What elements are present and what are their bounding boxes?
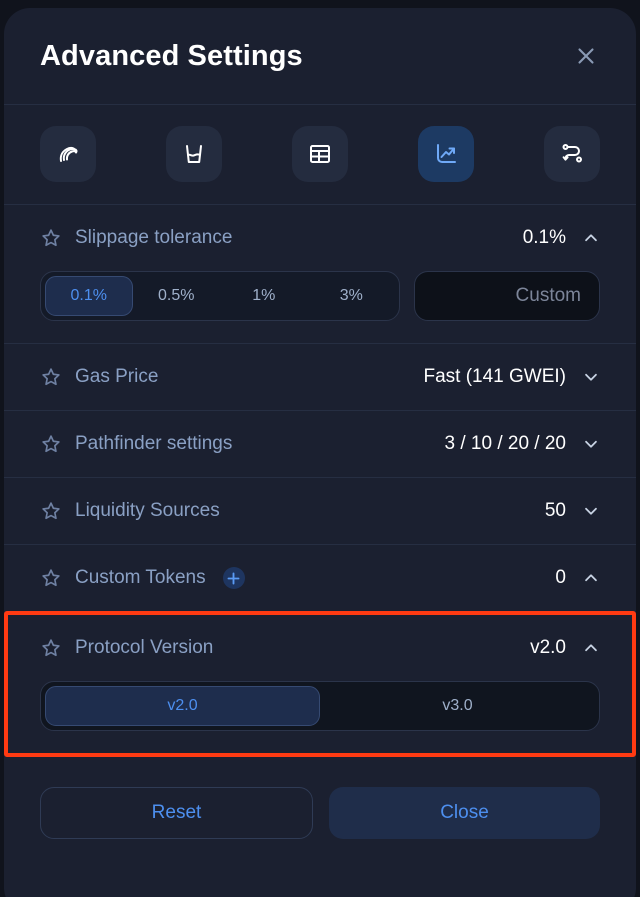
slippage-controls: 0.1% 0.5% 1% 3% Custom — [40, 271, 600, 321]
star-icon[interactable] — [40, 500, 62, 522]
liquidity-sources-value: 50 — [544, 500, 566, 521]
plus-icon — [227, 572, 240, 584]
star-icon[interactable] — [40, 567, 62, 589]
route-path-icon — [562, 144, 582, 163]
tab-bar — [4, 105, 636, 204]
table-grid-icon — [310, 145, 330, 163]
custom-tokens-row-header[interactable]: Custom Tokens 0 — [40, 545, 600, 611]
pathfinder-row-header[interactable]: Pathfinder settings 3 / 10 / 20 / 20 — [40, 411, 600, 477]
chevron-down-icon[interactable] — [582, 502, 600, 520]
star-icon[interactable] — [40, 433, 62, 455]
tab-table[interactable] — [292, 126, 348, 182]
protocol-version-toggle: v2.0 v3.0 — [40, 681, 600, 731]
reset-button[interactable]: Reset — [40, 787, 313, 839]
setting-row-liquidity-sources: Liquidity Sources 50 — [4, 477, 636, 544]
star-icon[interactable] — [40, 366, 62, 388]
protocol-version-label: Protocol Version — [75, 637, 214, 658]
custom-tokens-label: Custom Tokens — [75, 567, 206, 588]
pathfinder-value: 3 / 10 / 20 / 20 — [444, 433, 566, 454]
settings-list: Slippage tolerance 0.1% 0.1% 0.5% 1% 3% … — [4, 204, 636, 757]
liquidity-sources-label: Liquidity Sources — [75, 500, 220, 521]
trending-up-icon — [437, 144, 456, 163]
protocol-version-value-group: v2.0 — [530, 637, 600, 659]
close-button[interactable] — [568, 38, 604, 74]
protocol-version-highlight: Protocol Version v2.0 v2.0 v3.0 — [4, 611, 636, 757]
custom-tokens-label-group: Custom Tokens — [40, 567, 555, 589]
slippage-preset-group: 0.1% 0.5% 1% 3% — [40, 271, 400, 321]
gas-price-value-group: Fast (141 GWEI) — [423, 366, 600, 388]
protocol-version-option-v2[interactable]: v2.0 — [45, 686, 320, 726]
gas-price-row-header[interactable]: Gas Price Fast (141 GWEI) — [40, 344, 600, 410]
setting-row-gas-price: Gas Price Fast (141 GWEI) — [4, 343, 636, 410]
liquidity-sources-row-header[interactable]: Liquidity Sources 50 — [40, 478, 600, 544]
slippage-option-1[interactable]: 0.5% — [133, 276, 221, 316]
setting-row-custom-tokens: Custom Tokens 0 — [4, 544, 636, 611]
slippage-label-group: Slippage tolerance — [40, 227, 523, 249]
setting-row-slippage: Slippage tolerance 0.1% 0.1% 0.5% 1% 3% … — [4, 204, 636, 343]
tab-route[interactable] — [544, 126, 600, 182]
slippage-custom-placeholder: Custom — [515, 285, 581, 306]
modal-header: Advanced Settings — [4, 8, 636, 104]
pathfinder-value-group: 3 / 10 / 20 / 20 — [445, 433, 600, 455]
setting-row-pathfinder: Pathfinder settings 3 / 10 / 20 / 20 — [4, 410, 636, 477]
liquidity-sources-value-group: 50 — [545, 500, 600, 522]
gas-price-label-group: Gas Price — [40, 366, 423, 388]
tab-chart[interactable] — [418, 126, 474, 182]
advanced-settings-modal: Advanced Settings Slippage tolerance 0.1… — [4, 8, 636, 897]
slippage-row-header[interactable]: Slippage tolerance 0.1% — [40, 205, 600, 271]
protocol-version-row-body: v2.0 v3.0 — [40, 681, 600, 753]
slippage-value-group: 0.1% — [523, 227, 600, 249]
add-custom-token-button[interactable] — [222, 567, 245, 589]
slippage-label: Slippage tolerance — [75, 227, 233, 248]
slippage-option-2[interactable]: 1% — [220, 276, 308, 316]
slippage-custom-input[interactable]: Custom — [414, 271, 600, 321]
protocol-version-label-group: Protocol Version — [40, 637, 530, 659]
pathfinder-label-group: Pathfinder settings — [40, 433, 445, 455]
pathfinder-label: Pathfinder settings — [75, 433, 233, 454]
chevron-down-icon[interactable] — [582, 435, 600, 453]
gas-price-value: Fast (141 GWEI) — [423, 366, 566, 387]
tab-liquidity[interactable] — [166, 126, 222, 182]
custom-tokens-value: 0 — [555, 567, 566, 588]
setting-row-protocol-version: Protocol Version v2.0 v2.0 v3.0 — [8, 615, 632, 753]
screen-root: Advanced Settings Slippage tolerance 0.1… — [0, 0, 640, 897]
protocol-version-option-v3[interactable]: v3.0 — [320, 686, 595, 726]
tab-routing[interactable] — [40, 126, 96, 182]
protocol-version-value: v2.0 — [530, 637, 566, 658]
knot-icon — [59, 146, 78, 162]
slippage-value: 0.1% — [522, 227, 566, 248]
glass-icon — [186, 145, 202, 163]
custom-tokens-value-group: 0 — [555, 567, 600, 589]
chevron-up-icon[interactable] — [582, 229, 600, 247]
modal-footer: Reset Close — [4, 757, 636, 839]
page-title: Advanced Settings — [40, 39, 303, 72]
close-icon — [578, 48, 594, 64]
slippage-row-body: 0.1% 0.5% 1% 3% Custom — [40, 271, 600, 343]
protocol-version-row-header[interactable]: Protocol Version v2.0 — [40, 615, 600, 681]
star-icon[interactable] — [40, 637, 62, 659]
star-icon[interactable] — [40, 227, 62, 249]
close-footer-button[interactable]: Close — [329, 787, 600, 839]
gas-price-label: Gas Price — [75, 366, 159, 387]
chevron-up-icon[interactable] — [582, 569, 600, 587]
slippage-option-0[interactable]: 0.1% — [45, 276, 133, 316]
chevron-down-icon[interactable] — [582, 368, 600, 386]
liquidity-sources-label-group: Liquidity Sources — [40, 500, 545, 522]
chevron-up-icon[interactable] — [582, 639, 600, 657]
slippage-option-3[interactable]: 3% — [308, 276, 396, 316]
